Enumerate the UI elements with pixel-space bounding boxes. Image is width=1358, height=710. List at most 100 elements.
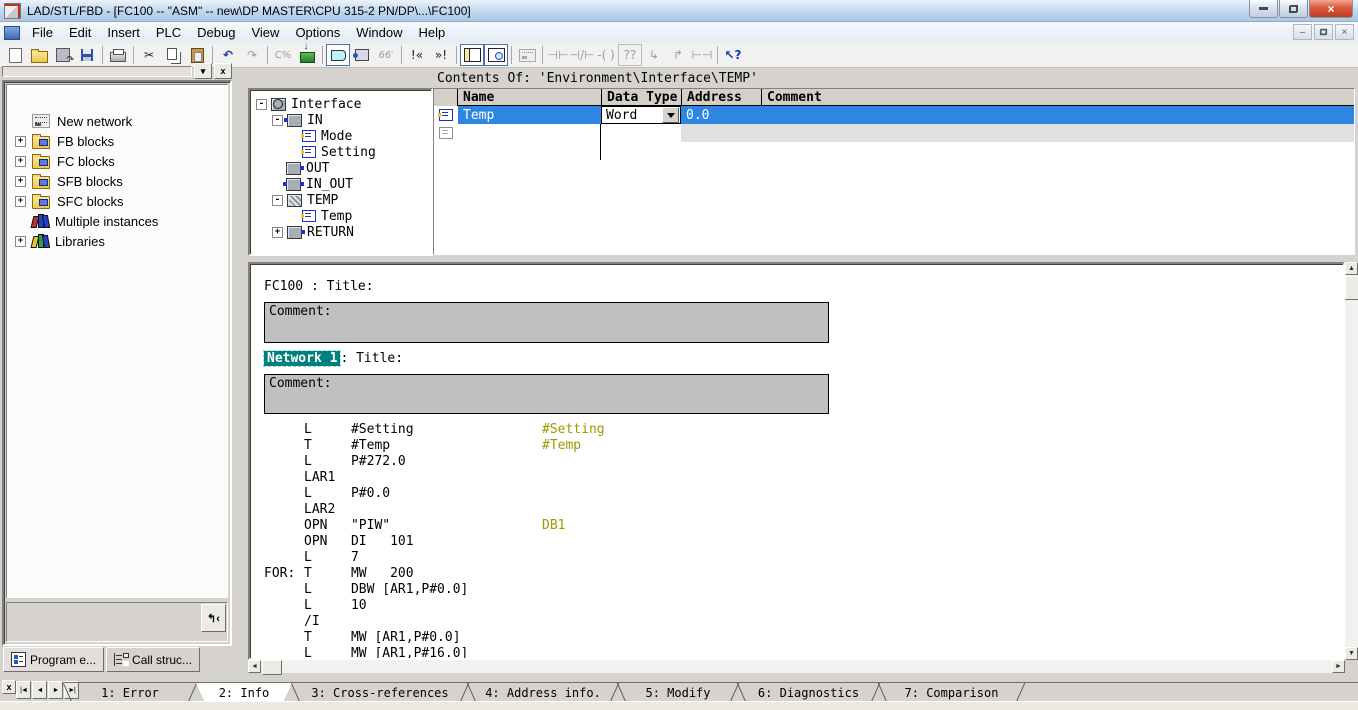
expand-icon[interactable]: + — [15, 156, 26, 167]
scroll-left-button[interactable]: ◄ — [248, 660, 261, 673]
chevron-down-icon[interactable] — [662, 107, 679, 123]
scroll-down-button[interactable]: ▼ — [1345, 647, 1358, 660]
block-comment-box[interactable]: Comment: — [264, 302, 829, 343]
contact-no-button[interactable]: ⊣⊢ — [546, 44, 570, 66]
connector-button[interactable]: ⊢⊣ — [690, 44, 714, 66]
next-tab-button[interactable]: ► — [48, 681, 63, 699]
cell-comment[interactable] — [761, 106, 1354, 124]
horizontal-scroll-thumb[interactable] — [262, 660, 282, 675]
contact-nc-button[interactable]: ⊣/⊢ — [570, 44, 594, 66]
code-line[interactable]: L P#0.0 — [264, 486, 542, 502]
new-network-button[interactable] — [515, 44, 539, 66]
cell-data-type-empty[interactable] — [601, 124, 681, 142]
code-line[interactable]: T #Temp#Temp — [264, 438, 581, 454]
program-status-button[interactable] — [350, 44, 374, 66]
column-header-data-type[interactable]: Data Type — [601, 89, 681, 106]
tab-error[interactable]: 1: Error — [64, 683, 196, 702]
collapse-icon[interactable]: - — [272, 115, 283, 126]
menu-window[interactable]: Window — [348, 23, 410, 42]
horizontal-scrollbar[interactable]: ◄ ► — [248, 660, 1345, 673]
mdi-restore-button[interactable] — [1314, 24, 1333, 40]
minimize-button[interactable] — [1249, 0, 1278, 18]
overview-dropdown-button[interactable]: ▾ — [194, 63, 212, 79]
mdi-minimize-button[interactable]: – — [1293, 24, 1312, 40]
menu-file[interactable]: File — [24, 23, 61, 42]
collapse-icon[interactable]: - — [256, 99, 267, 110]
close-button[interactable]: × — [1309, 0, 1353, 18]
if-item-in-out[interactable]: IN_OUT — [250, 176, 431, 192]
tab-comparison[interactable]: 7: Comparison — [879, 683, 1024, 702]
stl-code-editor[interactable]: FC100 : Title: Comment: Network 1: Title… — [248, 262, 1345, 660]
row-indicator-empty[interactable] — [434, 124, 458, 142]
menu-help[interactable]: Help — [411, 23, 454, 42]
monitor-button[interactable]: 66′ — [374, 44, 398, 66]
vertical-scroll-thumb[interactable] — [1345, 276, 1358, 300]
coil-button[interactable]: -( ) — [594, 44, 618, 66]
close-branch-button[interactable]: ↱ — [666, 44, 690, 66]
if-item-interface[interactable]: - Interface — [250, 96, 431, 112]
mdi-document-icon[interactable] — [4, 26, 20, 40]
if-item-mode[interactable]: Mode — [250, 128, 431, 144]
code-line[interactable]: L #Setting#Setting — [264, 422, 605, 438]
expand-icon[interactable]: + — [15, 196, 26, 207]
if-item-setting[interactable]: Setting — [250, 144, 431, 160]
tab-diagnostics[interactable]: 6: Diagnostics — [738, 683, 879, 702]
tree-item-new-network[interactable]: New network — [7, 111, 227, 131]
code-line[interactable]: OPN "PIW"DB1 — [264, 518, 565, 534]
tree-item-fb-blocks[interactable]: + FB blocks — [7, 131, 227, 151]
code-line[interactable]: L 10 — [264, 598, 542, 614]
tab-info[interactable]: 2: Info — [196, 683, 292, 702]
code-line[interactable]: OPN DI 101 — [264, 534, 542, 550]
restore-button[interactable] — [1279, 0, 1308, 18]
redo-button[interactable]: ↷ — [240, 44, 264, 66]
tab-program-elements[interactable]: Program e... — [3, 647, 104, 672]
column-header-name[interactable]: Name — [458, 89, 601, 106]
goto-button[interactable]: ↰‹ — [201, 604, 226, 632]
output-close-button[interactable]: x — [2, 680, 16, 694]
if-item-temp[interactable]: - TEMP — [250, 192, 431, 208]
open-branch-button[interactable]: ↳ — [642, 44, 666, 66]
menu-view[interactable]: View — [243, 23, 287, 42]
tab-modify[interactable]: 5: Modify — [618, 683, 738, 702]
code-line[interactable]: L 7 — [264, 550, 542, 566]
if-item-return[interactable]: + RETURN — [250, 224, 431, 240]
code-line[interactable]: LAR1 — [264, 470, 542, 486]
menu-debug[interactable]: Debug — [189, 23, 243, 42]
help-pointer-button[interactable]: ↖? — [721, 44, 745, 66]
tree-item-sfc-blocks[interactable]: + SFC blocks — [7, 191, 227, 211]
code-line[interactable]: L DBW [AR1,P#0.0] — [264, 582, 542, 598]
code-line[interactable]: L MW [AR1,P#16.0] — [264, 646, 542, 660]
network-comment-box[interactable]: Comment: — [264, 374, 829, 414]
cell-address[interactable]: 0.0 — [681, 106, 761, 124]
next-error-button[interactable]: »! — [429, 44, 453, 66]
if-item-out[interactable]: OUT — [250, 160, 431, 176]
if-item-temp-var[interactable]: Temp — [250, 208, 431, 224]
mdi-close-button[interactable]: × — [1335, 24, 1354, 40]
download-button[interactable] — [295, 44, 319, 66]
if-item-in[interactable]: - IN — [250, 112, 431, 128]
code-line[interactable]: FOR:T MW 200 — [264, 566, 542, 582]
symbol-selection-toggle[interactable] — [326, 44, 350, 66]
empty-box-button[interactable]: ?? — [618, 44, 642, 66]
overview-close-button[interactable]: x — [214, 63, 232, 79]
expand-icon[interactable]: + — [15, 136, 26, 147]
menu-insert[interactable]: Insert — [99, 23, 148, 42]
expand-icon[interactable]: + — [272, 227, 283, 238]
tree-item-fc-blocks[interactable]: + FC blocks — [7, 151, 227, 171]
collapse-icon[interactable]: - — [272, 195, 283, 206]
scroll-up-button[interactable]: ▲ — [1345, 262, 1358, 275]
expand-icon[interactable]: + — [15, 176, 26, 187]
code-line[interactable]: LAR2 — [264, 502, 542, 518]
overview-toggle[interactable] — [460, 44, 484, 66]
column-header-address[interactable]: Address — [681, 89, 761, 106]
detail-view-toggle[interactable] — [484, 44, 508, 66]
menu-edit[interactable]: Edit — [61, 23, 99, 42]
cell-name[interactable]: Temp — [458, 106, 601, 124]
code-line[interactable]: /I — [264, 614, 542, 630]
data-type-combobox[interactable]: Word — [601, 106, 681, 124]
code-line[interactable]: T MW [AR1,P#0.0] — [264, 630, 542, 646]
tree-item-sfb-blocks[interactable]: + SFB blocks — [7, 171, 227, 191]
tree-item-multiple-instances[interactable]: Multiple instances — [7, 211, 227, 231]
cell-name-empty[interactable] — [458, 124, 601, 142]
vertical-scrollbar[interactable]: ▲ ▼ — [1345, 262, 1358, 660]
